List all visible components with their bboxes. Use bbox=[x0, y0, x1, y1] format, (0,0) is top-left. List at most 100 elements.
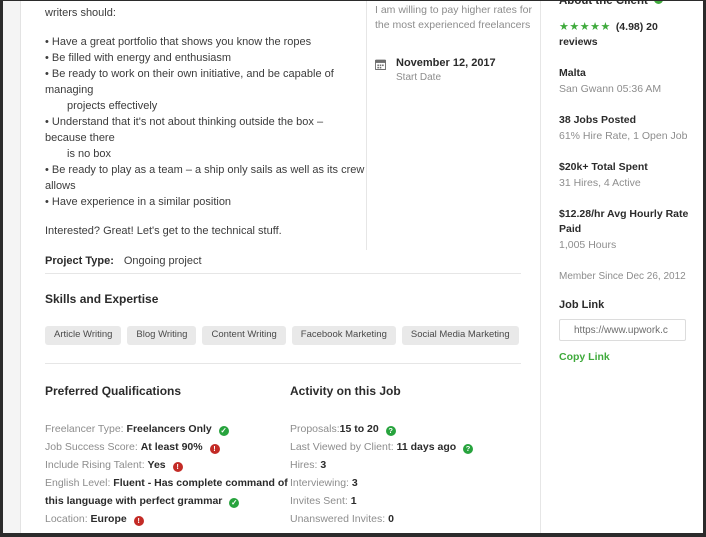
qualification-row: English Level: Fluent - Has complete com… bbox=[45, 474, 295, 510]
preferred-qualifications-section: Preferred Qualifications Freelancer Type… bbox=[45, 384, 295, 528]
description-bullet: • Have experience in a similar position bbox=[45, 196, 232, 208]
activity-label: Hires: bbox=[290, 459, 318, 471]
client-hours: 1,005 Hours bbox=[559, 239, 617, 251]
activity-label: Unanswered Invites: bbox=[290, 513, 386, 525]
activity-label: Proposals: bbox=[290, 423, 340, 435]
skill-tag[interactable]: Blog Writing bbox=[127, 326, 197, 345]
column-divider-middle bbox=[366, 1, 367, 250]
start-date-value: November 12, 2017 bbox=[396, 57, 496, 69]
check-circle-icon: ✓ bbox=[229, 497, 240, 508]
about-client-title-row: About the Client bbox=[559, 0, 699, 7]
left-gutter-rail bbox=[3, 1, 21, 533]
description-bullet: • Be filled with energy and enthusiasm bbox=[45, 52, 232, 64]
activity-row: Invites Sent: 1 bbox=[290, 492, 540, 510]
skill-tag[interactable]: Content Writing bbox=[202, 326, 286, 345]
client-spend-block: $20k+ Total Spent 31 Hires, 4 Active bbox=[559, 160, 699, 191]
job-link-input[interactable] bbox=[559, 319, 686, 341]
about-client-sidebar: About the Client ★★★★★ (4.98) 20 reviews… bbox=[559, 1, 699, 363]
client-avg-hourly-rate: $12.28/hr Avg Hourly Rate Paid bbox=[559, 208, 689, 235]
skill-tag[interactable]: Article Writing bbox=[45, 326, 122, 345]
qualification-value: Freelancers Only bbox=[126, 423, 212, 435]
activity-row: Hires: 3 bbox=[290, 456, 540, 474]
client-jobs-block: 38 Jobs Posted 61% Hire Rate, 1 Open Job bbox=[559, 113, 699, 144]
about-client-title: About the Client bbox=[559, 0, 648, 7]
activity-value: 3 bbox=[320, 459, 327, 471]
qualification-label: English Level: bbox=[45, 477, 111, 489]
client-member-since: Member Since Dec 26, 2012 bbox=[559, 271, 686, 282]
job-description-column: writers should: • Have a great portfolio… bbox=[45, 1, 365, 267]
description-bullet: • Understand that it's not about thinkin… bbox=[45, 116, 324, 144]
activity-value: 0 bbox=[388, 513, 394, 525]
activity-title: Activity on this Job bbox=[290, 384, 401, 398]
activity-value: 11 days ago bbox=[396, 441, 457, 453]
qualification-row: Freelancer Type: Freelancers Only ✓ bbox=[45, 420, 295, 438]
calendar-icon bbox=[375, 59, 386, 70]
qualifications-list: Freelancer Type: Freelancers Only ✓ Job … bbox=[45, 420, 295, 528]
activity-row: Last Viewed by Client: 11 days ago ? bbox=[290, 438, 540, 456]
alert-circle-icon: ! bbox=[133, 516, 144, 526]
section-divider-qualifications bbox=[45, 363, 521, 364]
activity-section: Activity on this Job Proposals:15 to 20 … bbox=[290, 384, 540, 528]
qualification-value: Yes bbox=[147, 459, 166, 471]
copy-link-button[interactable]: Copy Link bbox=[559, 351, 699, 363]
activity-row: Unanswered Invites: 0 bbox=[290, 510, 540, 528]
client-rating-value: (4.98) 20 bbox=[615, 21, 658, 33]
activity-label: Last Viewed by Client: bbox=[290, 441, 394, 453]
description-bullet: projects effectively bbox=[67, 100, 158, 112]
skills-tag-list: Article Writing Blog Writing Content Wri… bbox=[45, 326, 545, 345]
page-content: writers should: • Have a great portfolio… bbox=[22, 1, 703, 533]
description-bullet: • Be ready to work on their own initiati… bbox=[45, 68, 334, 96]
client-total-spent: $20k+ Total Spent bbox=[559, 161, 648, 173]
check-circle-icon: ✓ bbox=[218, 425, 229, 436]
qualification-value: At least 90% bbox=[140, 441, 203, 453]
client-local-time: San Gwann 05:36 AM bbox=[559, 83, 662, 95]
client-location-block: Malta San Gwann 05:36 AM bbox=[559, 66, 699, 97]
skill-tag[interactable]: Facebook Marketing bbox=[291, 326, 396, 345]
activity-value: 3 bbox=[351, 477, 358, 489]
client-country: Malta bbox=[559, 67, 586, 79]
client-hires: 31 Hires, 4 Active bbox=[559, 177, 641, 189]
job-description-text: writers should: • Have a great portfolio… bbox=[45, 1, 365, 239]
description-bullet: is no box bbox=[67, 148, 112, 160]
client-jobs-posted: 38 Jobs Posted bbox=[559, 114, 637, 126]
job-link-label: Job Link bbox=[559, 299, 605, 311]
activity-list: Proposals:15 to 20 ? Last Viewed by Clie… bbox=[290, 420, 540, 528]
job-posting-page: writers should: • Have a great portfolio… bbox=[0, 0, 706, 537]
activity-value: 1 bbox=[350, 495, 357, 507]
alert-circle-icon: ! bbox=[172, 462, 183, 472]
qualification-label: Freelancer Type: bbox=[45, 423, 124, 435]
project-type-value: Ongoing project bbox=[123, 255, 202, 267]
skill-tag[interactable]: Social Media Marketing bbox=[401, 326, 519, 345]
activity-row: Proposals:15 to 20 ? bbox=[290, 420, 540, 438]
job-meta-column: I am willing to pay higher rates for the… bbox=[375, 1, 535, 85]
description-bullet: • Have a great portfolio that shows you … bbox=[45, 36, 312, 48]
activity-value: 15 to 20 bbox=[339, 423, 379, 435]
help-circle-icon[interactable]: ? bbox=[385, 426, 396, 436]
star-rating-icon: ★★★★★ bbox=[559, 21, 611, 33]
client-rate-block: $12.28/hr Avg Hourly Rate Paid 1,005 Hou… bbox=[559, 207, 699, 253]
qualification-row: Include Rising Talent: Yes ! bbox=[45, 456, 295, 474]
verified-check-icon bbox=[653, 1, 663, 4]
qualification-row: Location: Europe ! bbox=[45, 510, 295, 528]
client-rating-row: ★★★★★ (4.98) 20 reviews bbox=[559, 21, 699, 50]
qualification-label: Include Rising Talent: bbox=[45, 459, 145, 471]
qualifications-title: Preferred Qualifications bbox=[45, 384, 182, 398]
activity-label: Interviewing: bbox=[290, 477, 349, 489]
project-type-row: Project Type: Ongoing project bbox=[45, 255, 365, 267]
description-intro: writers should: bbox=[45, 7, 116, 19]
skills-section: Skills and Expertise Article Writing Blo… bbox=[45, 292, 545, 345]
qualification-value: Europe bbox=[90, 513, 127, 525]
activity-label: Invites Sent: bbox=[290, 495, 348, 507]
section-divider-skills bbox=[45, 273, 521, 274]
column-divider-sidebar bbox=[540, 1, 541, 533]
alert-circle-icon: ! bbox=[209, 444, 220, 454]
description-closing: Interested? Great! Let's get to the tech… bbox=[45, 225, 282, 237]
start-date-row: November 12, 2017 Start Date bbox=[375, 56, 535, 85]
description-bullet: • Be ready to play as a team – a ship on… bbox=[45, 164, 365, 192]
help-circle-icon[interactable]: ? bbox=[463, 444, 474, 454]
skills-section-title: Skills and Expertise bbox=[45, 292, 159, 306]
client-reviews-label: reviews bbox=[559, 36, 598, 48]
qualification-label: Location: bbox=[45, 513, 88, 525]
pay-rate-note: I am willing to pay higher rates for the… bbox=[375, 4, 532, 31]
qualification-label: Job Success Score: bbox=[45, 441, 138, 453]
